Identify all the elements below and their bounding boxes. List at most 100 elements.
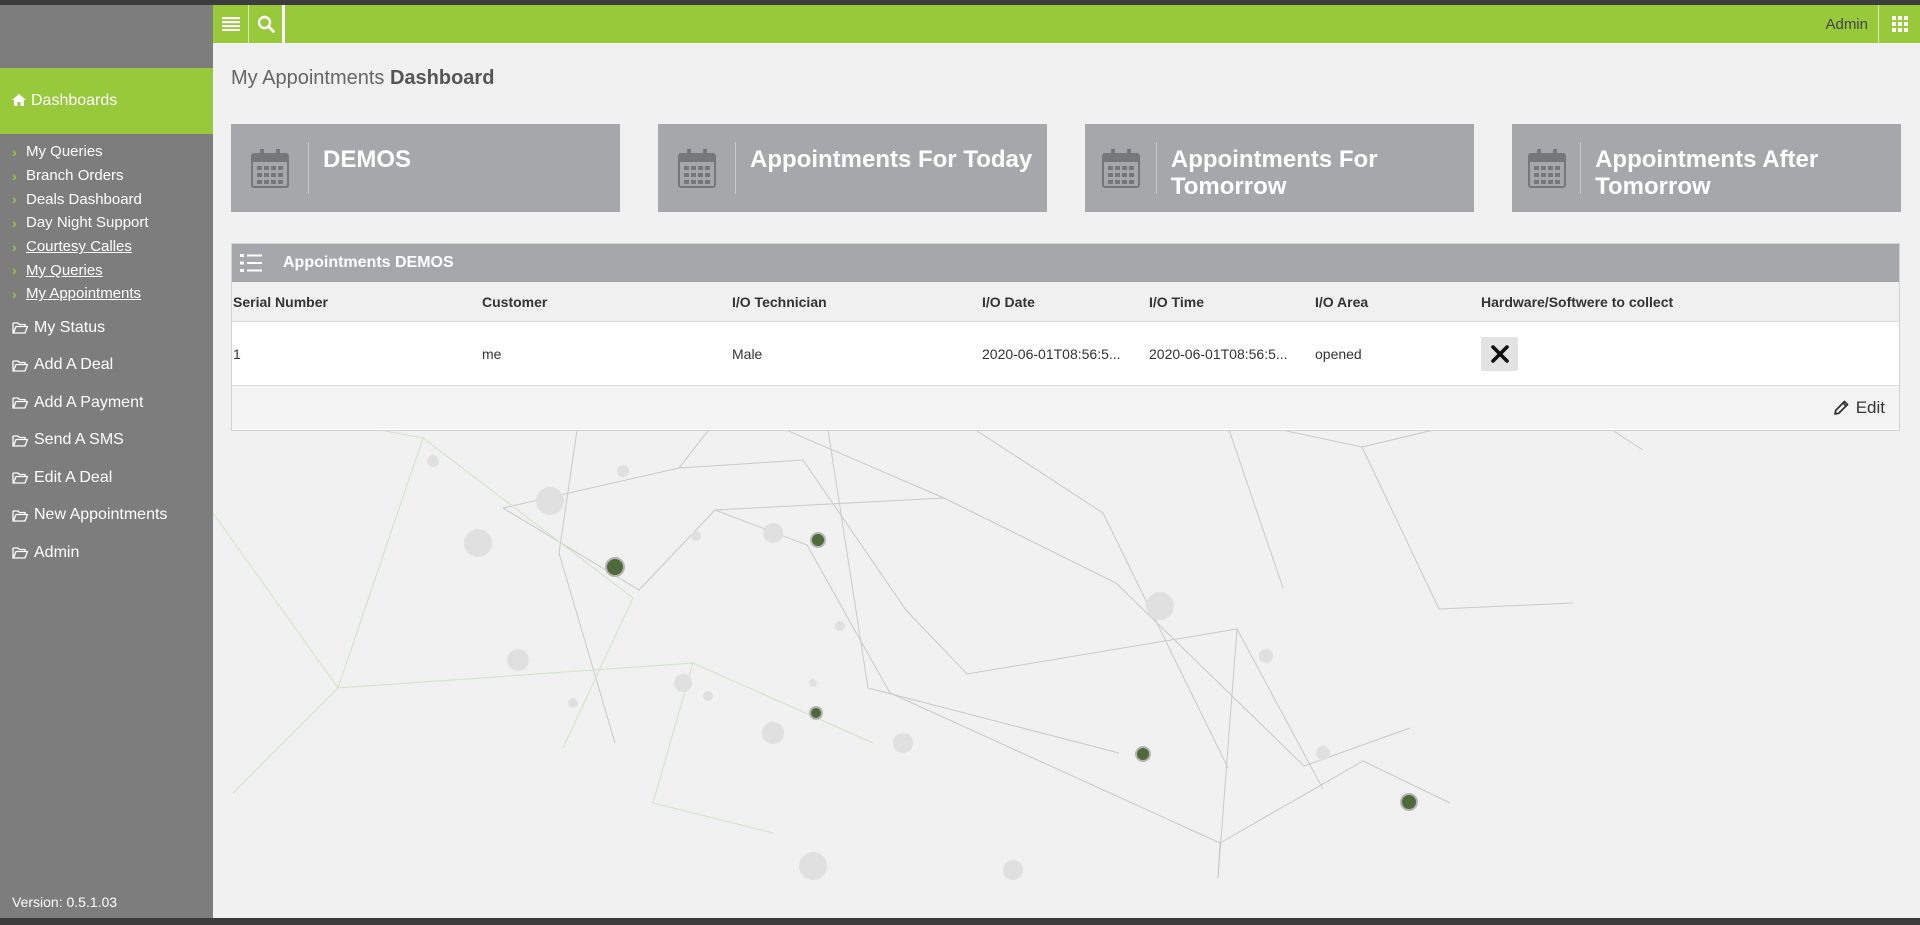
chevron-right-icon: › (12, 238, 17, 255)
search-icon (257, 15, 275, 33)
submenu-item-branch-orders[interactable]: › Branch Orders (0, 164, 213, 188)
submenu-item-label: Branch Orders (26, 167, 124, 185)
panel-title: Appointments DEMOS (283, 254, 454, 271)
sidebar-item-label: Dashboards (31, 92, 118, 109)
folder-open-icon (12, 322, 28, 334)
folder-open-icon (12, 434, 28, 447)
column-header[interactable]: I/O Area (1315, 294, 1481, 310)
main-content: My Appointments Dashboard DEMOS Appointm… (213, 43, 1920, 918)
sidebar-item-add-a-deal[interactable]: Add A Deal (0, 346, 213, 384)
tile-label: Appointments For Today (750, 146, 1033, 173)
sidebar-item-label: New Appointments (34, 506, 168, 524)
sidebar-item-add-a-payment[interactable]: Add A Payment (0, 384, 213, 422)
sidebar-item-new-appointments[interactable]: New Appointments (0, 496, 213, 534)
grid-icon (1891, 16, 1908, 32)
home-icon (12, 93, 26, 109)
folder-open-icon (12, 509, 28, 522)
edit-button[interactable]: Edit (1833, 398, 1885, 418)
sidebar-item-label: Add A Deal (34, 356, 114, 374)
pencil-icon (1833, 400, 1849, 415)
cell-hardware (1481, 336, 1899, 371)
sidebar-item-admin[interactable]: Admin (0, 534, 213, 572)
panel-footer: Edit (232, 386, 1899, 429)
appointments-panel: Appointments DEMOS Serial Number Custome… (231, 243, 1900, 431)
calendar-icon (1085, 124, 1157, 212)
cell-area: opened (1315, 345, 1362, 362)
tile-label: Appointments For Tomorrow (1170, 146, 1378, 200)
submenu-item-label: Deals Dashboard (26, 190, 142, 208)
version-label: Version: 0.5.1.03 (12, 894, 118, 910)
window-bottom-strip (0, 918, 1920, 925)
cell-customer: me (482, 345, 502, 362)
submenu-item-my-queries[interactable]: › My Queries (0, 140, 213, 164)
folder-open-icon (12, 359, 28, 372)
column-header[interactable]: Hardware/Softwere to collect (1481, 294, 1899, 310)
sidebar-main-list: My Status Add A Deal Add A Payment Send … (0, 309, 213, 572)
search-button[interactable] (249, 5, 285, 43)
page-title-bold: Dashboard (389, 67, 495, 89)
dashboards-submenu: › My Queries › Branch Orders › Deals Das… (0, 140, 213, 306)
close-icon (1490, 344, 1509, 363)
page-title-prefix: My Appointments (231, 67, 390, 89)
apps-button[interactable] (1878, 5, 1920, 43)
submenu-item-day-night-support[interactable]: › Day Night Support (0, 211, 213, 235)
chevron-right-icon: › (12, 143, 17, 160)
column-header[interactable]: I/O Date (982, 294, 1149, 310)
folder-open-icon (12, 397, 28, 409)
summary-tiles: DEMOS Appointments For Today Appointment… (231, 124, 1901, 212)
column-header[interactable]: Serial Number (232, 294, 482, 310)
cell-time: 2020-06-01T08:56:5... (1149, 345, 1288, 362)
submenu-item-label: Day Night Support (26, 214, 149, 232)
sidebar-item-send-a-sms[interactable]: Send A SMS (0, 421, 213, 459)
menu-toggle-button[interactable] (213, 5, 249, 43)
top-bar: Admin (213, 5, 1920, 43)
sidebar-item-dashboards[interactable]: Dashboards (0, 68, 213, 134)
chevron-right-icon: › (12, 167, 17, 184)
edit-label: Edit (1855, 397, 1885, 417)
tile-label: DEMOS (323, 146, 412, 173)
page-title: My Appointments Dashboard (231, 67, 494, 90)
chevron-right-icon: › (12, 214, 17, 231)
sidebar-item-label: Add A Payment (34, 393, 144, 411)
calendar-icon (1512, 124, 1582, 212)
chevron-right-icon: › (12, 191, 17, 208)
submenu-item-deals-dashboard[interactable]: › Deals Dashboard (0, 187, 213, 211)
sidebar: Dashboards › My Queries › Branch Orders … (0, 5, 213, 918)
user-menu[interactable]: Admin (1825, 16, 1878, 33)
submenu-item-courtesy-calles[interactable]: › Courtesy Calles (0, 235, 213, 259)
sidebar-item-label: My Status (34, 318, 106, 336)
submenu-item-label: My Queries (26, 143, 103, 161)
calendar-icon (231, 124, 309, 212)
sidebar-item-label: Admin (34, 543, 80, 561)
tile-appointments-today[interactable]: Appointments For Today (658, 124, 1047, 212)
chevron-right-icon: › (12, 262, 17, 279)
calendar-icon (658, 124, 736, 212)
table-header: Serial Number Customer I/O Technician I/… (232, 282, 1899, 322)
column-header[interactable]: I/O Time (1149, 294, 1315, 310)
submenu-item-my-appointments[interactable]: › My Appointments (0, 282, 213, 306)
sidebar-item-my-status[interactable]: My Status (0, 309, 213, 347)
tile-label: Appointments After Tomorrow (1595, 146, 1819, 200)
submenu-item-my-queries-2[interactable]: › My Queries (0, 258, 213, 282)
remove-button[interactable] (1481, 336, 1518, 371)
sidebar-item-label: Edit A Deal (34, 468, 113, 486)
submenu-item-label: My Appointments (26, 285, 142, 303)
list-icon (234, 253, 268, 273)
folder-open-icon (12, 472, 28, 484)
tile-demos[interactable]: DEMOS (231, 124, 620, 212)
sidebar-item-edit-a-deal[interactable]: Edit A Deal (0, 459, 213, 497)
cell-technician: Male (732, 345, 763, 362)
chevron-right-icon: › (12, 285, 17, 302)
tile-appointments-tomorrow[interactable]: Appointments For Tomorrow (1085, 124, 1474, 212)
table-row[interactable]: 1 me Male 2020-06-01T08:56:5... 2020-06-… (232, 322, 1899, 386)
panel-header: Appointments DEMOS (232, 244, 1899, 282)
column-header[interactable]: I/O Technician (732, 294, 982, 310)
list-menu-icon (221, 17, 240, 31)
cell-serial: 1 (233, 345, 241, 362)
submenu-item-label: Courtesy Calles (26, 238, 132, 256)
sidebar-brand-area (0, 5, 213, 68)
column-header[interactable]: Customer (482, 294, 732, 310)
submenu-item-label: My Queries (26, 261, 103, 279)
sidebar-item-label: Send A SMS (34, 431, 124, 449)
tile-appointments-after-tomorrow[interactable]: Appointments After Tomorrow (1512, 124, 1901, 212)
